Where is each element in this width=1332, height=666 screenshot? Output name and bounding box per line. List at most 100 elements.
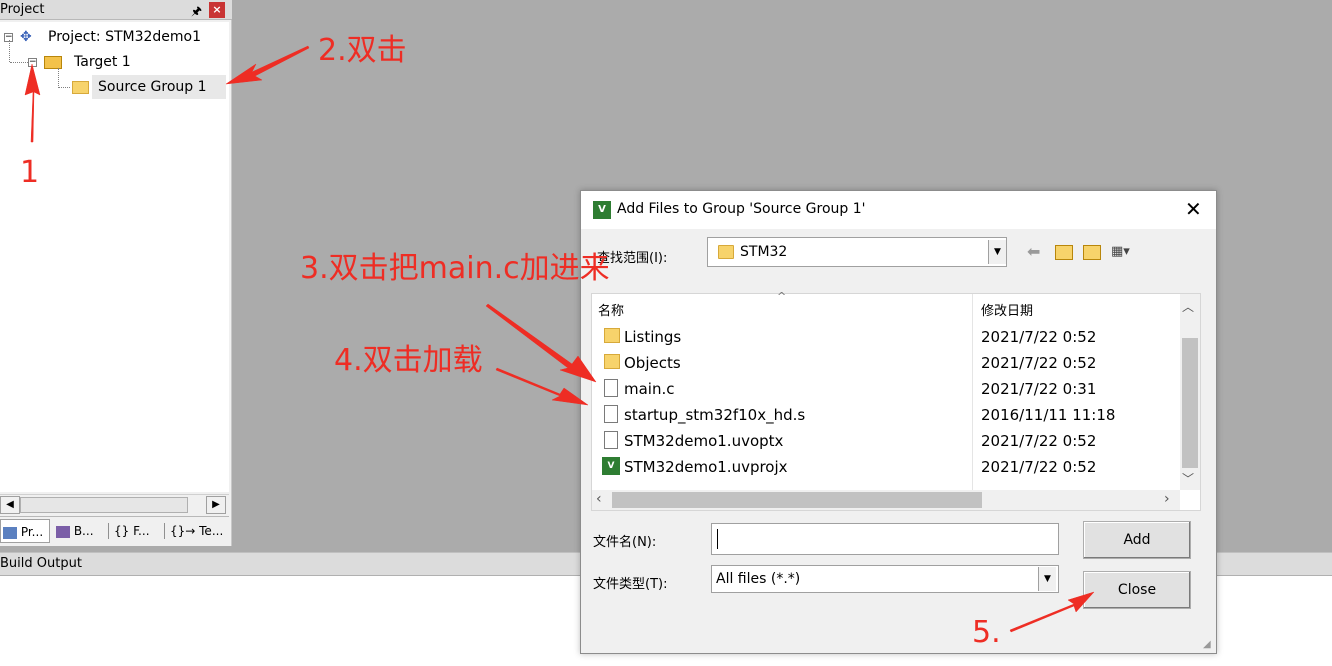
file-date: 2021/7/22 0:31 bbox=[981, 380, 1097, 398]
chevron-down-icon[interactable]: ▼ bbox=[1038, 567, 1056, 591]
tree-item-target[interactable]: − Target 1 bbox=[0, 50, 229, 74]
project-icon: ✥ bbox=[20, 29, 32, 45]
tab-label: Pr... bbox=[20, 525, 44, 539]
scroll-left-icon[interactable]: ◀ bbox=[0, 496, 20, 514]
tree-connector bbox=[9, 40, 10, 62]
tab-templates[interactable]: {}→ Te... bbox=[168, 519, 226, 543]
dialog-title: Add Files to Group 'Source Group 1' bbox=[617, 201, 866, 217]
file-date: 2021/7/22 0:52 bbox=[981, 328, 1097, 346]
project-h-scrollbar[interactable]: ◀ ▶ bbox=[0, 494, 229, 514]
collapse-icon[interactable]: − bbox=[28, 58, 37, 67]
books-icon bbox=[56, 525, 70, 538]
new-folder-icon[interactable] bbox=[1083, 241, 1101, 263]
file-date: 2021/7/22 0:52 bbox=[981, 432, 1097, 450]
file-name: Listings bbox=[624, 328, 682, 346]
resize-grip-icon[interactable]: ◢ bbox=[1203, 639, 1211, 650]
scroll-thumb[interactable] bbox=[1182, 338, 1198, 468]
dialog-titlebar[interactable]: V Add Files to Group 'Source Group 1' ✕ bbox=[581, 191, 1216, 229]
file-name-label: 文件名(N): bbox=[593, 535, 657, 550]
file-row-listings[interactable]: Listings 2021/7/22 0:52 bbox=[592, 324, 1174, 350]
chevron-down-icon[interactable]: ▼ bbox=[988, 240, 1006, 264]
annotation-arrow-2 bbox=[225, 45, 310, 85]
file-icon bbox=[604, 405, 618, 423]
scroll-right-icon[interactable]: ▶ bbox=[206, 496, 226, 514]
file-name: Objects bbox=[624, 354, 681, 372]
view-menu-icon[interactable]: ▦▾ bbox=[1111, 241, 1130, 263]
file-row-objects[interactable]: Objects 2021/7/22 0:52 bbox=[592, 350, 1174, 376]
column-header-name[interactable]: 名称 bbox=[598, 300, 624, 319]
folder-icon bbox=[604, 328, 620, 343]
tree-item-source-group[interactable]: Source Group 1 bbox=[72, 75, 226, 99]
file-name: STM32demo1.uvoptx bbox=[624, 432, 784, 450]
project-tab-icon bbox=[3, 526, 17, 539]
folder-icon bbox=[604, 354, 620, 369]
folder-icon bbox=[72, 81, 89, 94]
annotation-step-3: 3.双击把main.c加进来 bbox=[300, 251, 610, 286]
project-panel-title: Project bbox=[0, 2, 45, 17]
file-list-header: ^ 名称 修改日期 bbox=[592, 290, 1174, 322]
add-button[interactable]: Add bbox=[1083, 521, 1191, 559]
tree-item-project[interactable]: − ✥ Project: STM32demo1 bbox=[0, 25, 229, 49]
file-icon bbox=[604, 379, 618, 397]
scroll-thumb[interactable] bbox=[612, 492, 982, 508]
tab-label: {}→ Te... bbox=[170, 524, 224, 538]
file-date: 2016/11/11 11:18 bbox=[981, 406, 1116, 424]
column-header-date[interactable]: 修改日期 bbox=[981, 300, 1033, 319]
look-in-combo[interactable]: STM32 ▼ bbox=[707, 237, 1007, 267]
sort-ascending-icon: ^ bbox=[777, 290, 787, 303]
back-arrow-icon[interactable]: ⬅ bbox=[1027, 241, 1040, 263]
annotation-arrow-4 bbox=[495, 367, 589, 406]
uvision-project-icon: V bbox=[602, 457, 620, 475]
project-tree: − ✥ Project: STM32demo1 − Target 1 Sourc… bbox=[0, 22, 229, 492]
file-name: STM32demo1.uvprojx bbox=[624, 458, 788, 476]
annotation-step-2: 2.双击 bbox=[318, 33, 407, 68]
close-icon[interactable]: × bbox=[209, 2, 225, 18]
tree-item-label: Project: STM32demo1 bbox=[48, 29, 202, 45]
scroll-left-icon[interactable]: ‹ bbox=[596, 491, 602, 507]
file-type-label: 文件类型(T): bbox=[593, 577, 668, 592]
file-type-combo[interactable]: All files (*.*) ▼ bbox=[711, 565, 1059, 593]
tree-connector bbox=[58, 87, 70, 88]
pin-icon[interactable]: 🖈 bbox=[191, 2, 202, 23]
tab-separator bbox=[108, 523, 109, 539]
file-name-input[interactable] bbox=[711, 523, 1059, 555]
file-icon bbox=[604, 431, 618, 449]
tab-books[interactable]: B... bbox=[54, 519, 104, 543]
file-row-main-c[interactable]: main.c 2021/7/22 0:31 bbox=[592, 376, 1174, 402]
up-folder-icon[interactable] bbox=[1055, 241, 1073, 263]
look-in-value: STM32 bbox=[740, 244, 788, 260]
annotation-step-5: 5. bbox=[972, 615, 1001, 650]
tab-label: B... bbox=[73, 524, 94, 538]
project-panel-header: Project 🖈 × bbox=[0, 0, 232, 20]
tab-project[interactable]: Pr... bbox=[0, 519, 50, 543]
file-date: 2021/7/22 0:52 bbox=[981, 354, 1097, 372]
scroll-right-icon[interactable]: › bbox=[1164, 491, 1170, 507]
project-panel: Project 🖈 × − ✥ Project: STM32demo1 − Ta… bbox=[0, 0, 232, 546]
project-panel-tabs: Pr... B... {} F... {}→ Te... bbox=[0, 516, 229, 546]
file-row-uvoptx[interactable]: STM32demo1.uvoptx 2021/7/22 0:52 bbox=[592, 428, 1174, 454]
target-icon bbox=[44, 56, 62, 69]
tab-separator bbox=[164, 523, 165, 539]
tree-connector bbox=[58, 68, 59, 88]
file-list-v-scrollbar[interactable]: ︿ ﹀ bbox=[1180, 294, 1200, 490]
file-name: startup_stm32f10x_hd.s bbox=[624, 406, 806, 424]
scroll-down-icon[interactable]: ﹀ bbox=[1182, 470, 1194, 487]
file-list: ^ 名称 修改日期 Listings 2021/7/22 0:52 Object… bbox=[591, 290, 1201, 511]
file-row-uvprojx[interactable]: V STM32demo1.uvprojx 2021/7/22 0:52 bbox=[592, 454, 1174, 480]
annotation-step-4: 4.双击加载 bbox=[334, 343, 483, 378]
uvision-app-icon: V bbox=[593, 201, 611, 219]
tab-label: {} F... bbox=[114, 524, 150, 538]
close-button[interactable]: Close bbox=[1083, 571, 1191, 609]
file-list-h-scrollbar[interactable]: ‹ › bbox=[592, 490, 1180, 510]
file-date: 2021/7/22 0:52 bbox=[981, 458, 1097, 476]
scroll-up-icon[interactable]: ︿ bbox=[1182, 298, 1194, 315]
tab-functions[interactable]: {} F... bbox=[112, 519, 164, 543]
tree-item-label: Source Group 1 bbox=[98, 79, 207, 95]
file-type-value: All files (*.*) bbox=[716, 571, 801, 587]
navigation-toolbar: ⬅ ▦▾ bbox=[1027, 241, 1167, 265]
close-icon[interactable]: ✕ bbox=[1185, 197, 1202, 221]
scroll-thumb[interactable] bbox=[20, 497, 188, 513]
build-output-title: Build Output bbox=[0, 556, 82, 571]
folder-icon bbox=[718, 245, 734, 259]
file-row-startup[interactable]: startup_stm32f10x_hd.s 2016/11/11 11:18 bbox=[592, 402, 1174, 428]
